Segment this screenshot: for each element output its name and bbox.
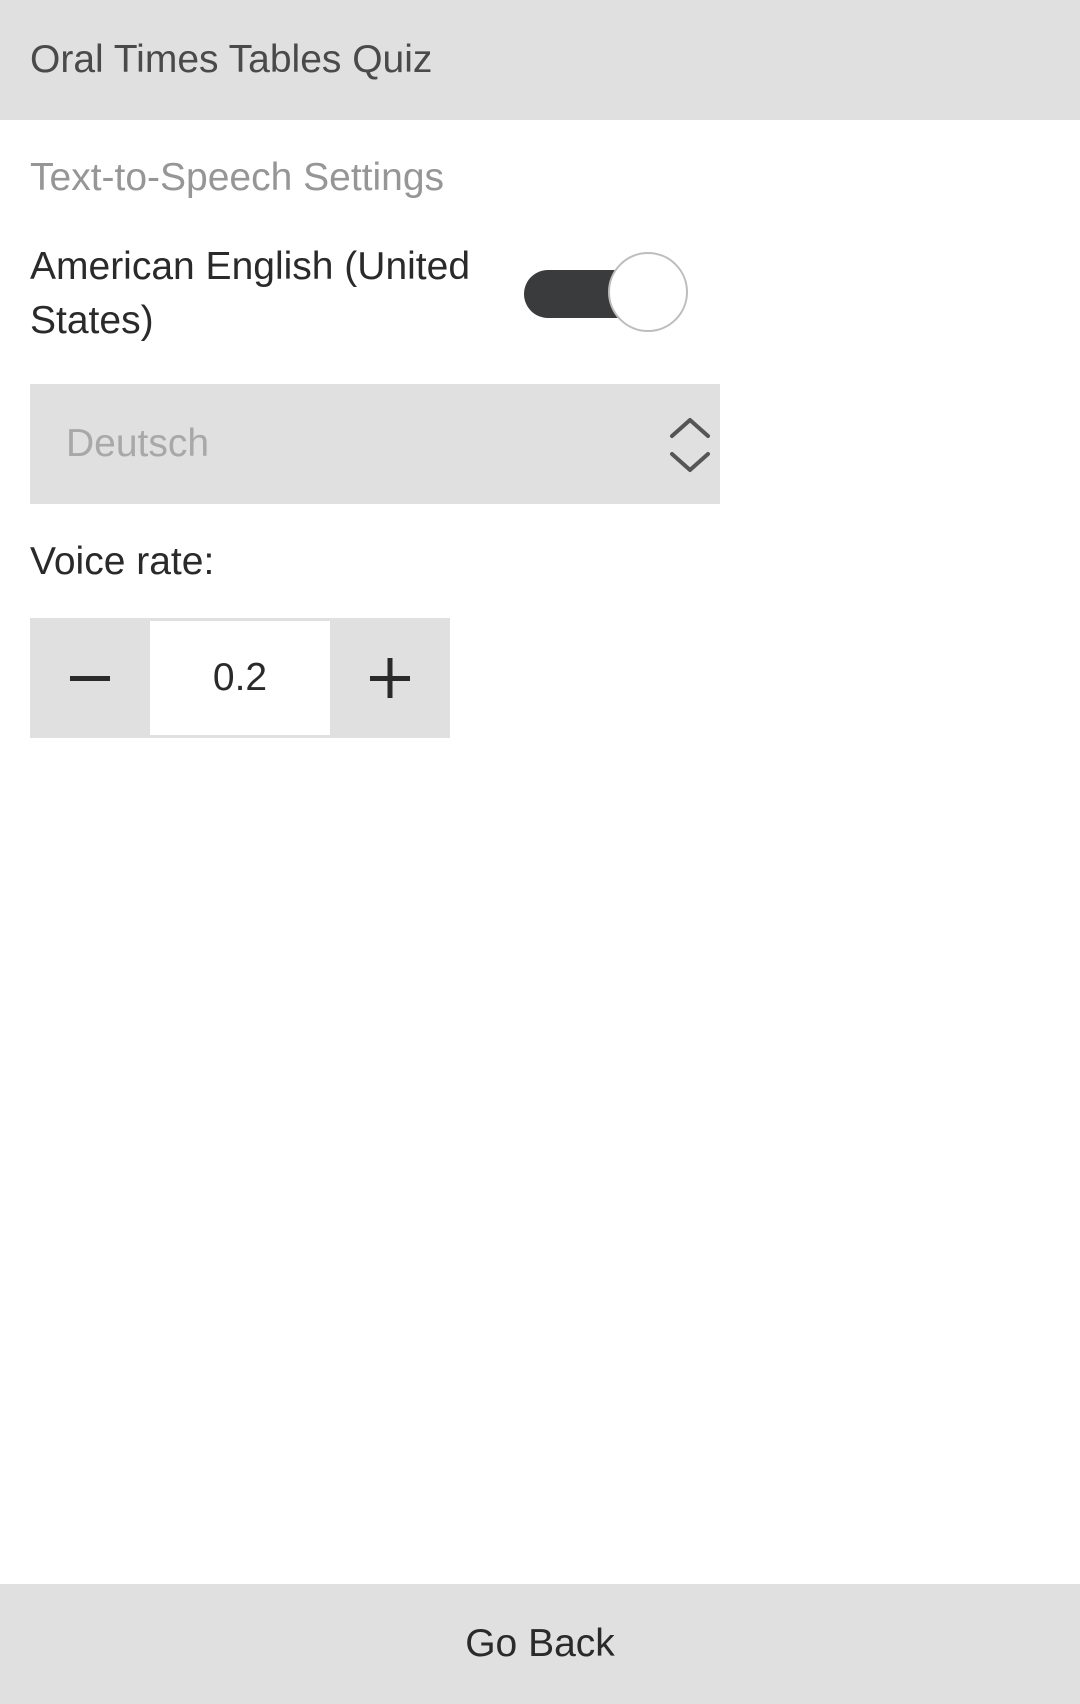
increase-rate-button[interactable] — [330, 618, 450, 738]
chevron-up-down-icon — [670, 418, 710, 472]
go-back-button[interactable]: Go Back — [0, 1584, 1080, 1704]
decrease-rate-button[interactable] — [30, 618, 150, 738]
toggle-knob — [608, 252, 688, 332]
voice-rate-label: Voice rate: — [30, 540, 215, 583]
language-select[interactable]: Deutsch — [30, 384, 720, 504]
minus-icon — [70, 676, 110, 681]
language-select-value: Deutsch — [66, 422, 210, 465]
section-heading: Text-to-Speech Settings — [30, 156, 445, 199]
voice-label: American English (United States) — [30, 245, 471, 342]
voice-rate-stepper — [30, 618, 450, 738]
plus-icon — [370, 658, 410, 698]
app-header: Oral Times Tables Quiz — [0, 0, 1080, 120]
settings-page: Oral Times Tables Quiz Text-to-Speech Se… — [0, 0, 1080, 1704]
voice-toggle[interactable] — [524, 252, 694, 336]
voice-rate-input[interactable] — [150, 621, 330, 735]
app-title: Oral Times Tables Quiz — [30, 38, 433, 81]
